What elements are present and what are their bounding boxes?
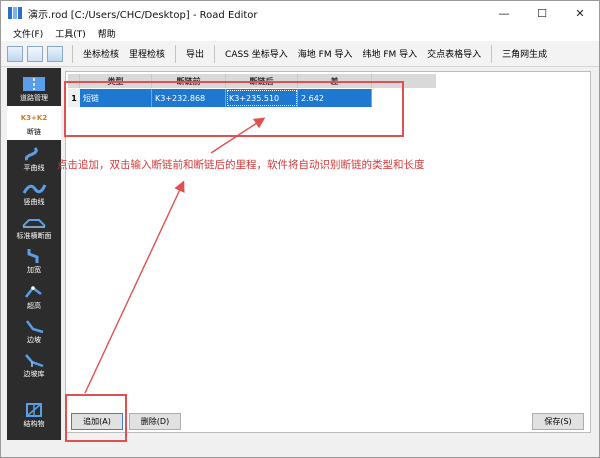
title-bar: 演示.rod [C:/Users/CHC/Desktop] - Road Edi…: [1, 1, 599, 25]
superelevation-icon: [19, 284, 49, 300]
open-folder-icon[interactable]: [27, 45, 43, 62]
sidebar-item-slope[interactable]: 边坡: [7, 314, 61, 348]
table-highlight-box: [64, 81, 404, 137]
intersection-table-import-button[interactable]: 交点表格导入: [422, 47, 486, 60]
sidebar-item-label: 断链: [27, 127, 41, 136]
sidebar: 道路管理 K3+K2 断链 平曲线 竖曲线 标准横断面 加宽 超高 边坡 边坡库…: [7, 68, 61, 440]
window-title: 演示.rod [C:/Users/CHC/Desktop] - Road Edi…: [28, 9, 258, 21]
weidi-import-button[interactable]: 纬地 FM 导入: [357, 47, 422, 60]
menu-file[interactable]: 文件(F): [7, 27, 49, 40]
sidebar-item-label: 边坡: [27, 335, 41, 344]
sidebar-item-structure[interactable]: 结构物: [7, 398, 61, 432]
delete-button[interactable]: 删除(D): [129, 413, 181, 430]
sidebar-item-label: 标准横断面: [16, 231, 52, 240]
save-file-icon[interactable]: [47, 45, 63, 62]
road-icon: [19, 76, 49, 92]
sidebar-item-label: 道路管理: [20, 93, 48, 102]
window-controls: — ☐ ✕: [485, 1, 599, 25]
sidebar-item-cross-section[interactable]: 标准横断面: [7, 210, 61, 244]
sidebar-item-road-management[interactable]: 道路管理: [7, 72, 61, 106]
slope-icon: [19, 318, 49, 334]
sidebar-item-chain-break[interactable]: K3+K2 断链: [7, 106, 61, 140]
menu-tools[interactable]: 工具(T): [49, 27, 92, 40]
mileage-check-button[interactable]: 里程检核: [124, 47, 170, 60]
close-button[interactable]: ✕: [561, 1, 599, 25]
sidebar-item-label: 加宽: [27, 265, 41, 274]
menu-help[interactable]: 帮助: [92, 27, 122, 40]
widening-icon: [19, 248, 49, 264]
annotation-text: 点击追加，双击输入断链前和断链后的里程，软件将自动识别断链的类型和长度: [57, 159, 425, 171]
add-button[interactable]: 追加(A): [71, 413, 123, 430]
sidebar-item-label: 边坡库: [23, 369, 45, 378]
toolbar: 坐标检核 里程检核 导出 CASS 坐标导入 海地 FM 导入 纬地 FM 导入…: [1, 41, 599, 67]
horizontal-curve-icon: [19, 146, 49, 162]
sidebar-item-superelevation[interactable]: 超高: [7, 280, 61, 314]
sidebar-item-label: 结构物: [23, 419, 45, 428]
cass-import-button[interactable]: CASS 坐标导入: [220, 47, 293, 60]
new-file-icon[interactable]: [7, 45, 23, 62]
cross-section-icon: [19, 214, 49, 230]
toolbar-separator: [214, 44, 216, 63]
toolbar-separator: [491, 44, 493, 63]
save-button[interactable]: 保存(S): [532, 413, 584, 430]
app-logo-icon: [8, 7, 22, 19]
coordinate-check-button[interactable]: 坐标检核: [78, 47, 124, 60]
app-window: 演示.rod [C:/Users/CHC/Desktop] - Road Edi…: [0, 0, 600, 458]
triangulation-button[interactable]: 三角网生成: [497, 47, 552, 60]
menu-bar: 文件(F) 工具(T) 帮助: [1, 25, 599, 41]
toolbar-separator: [175, 44, 177, 63]
chain-break-icon: K3+K2: [20, 113, 48, 122]
sidebar-item-label: 超高: [27, 301, 41, 310]
sidebar-item-slope-library[interactable]: 边坡库: [7, 348, 61, 382]
sidebar-item-vertical-curve[interactable]: 竖曲线: [7, 176, 61, 210]
sidebar-item-widening[interactable]: 加宽: [7, 244, 61, 278]
minimize-button[interactable]: —: [485, 1, 523, 25]
sidebar-item-label: 平曲线: [23, 163, 45, 172]
haidi-import-button[interactable]: 海地 FM 导入: [293, 47, 358, 60]
maximize-button[interactable]: ☐: [523, 1, 561, 25]
slope-library-icon: [19, 352, 49, 368]
export-button[interactable]: 导出: [181, 47, 209, 60]
sidebar-item-horizontal-curve[interactable]: 平曲线: [7, 142, 61, 176]
sidebar-item-label: 竖曲线: [23, 197, 45, 206]
toolbar-separator: [72, 44, 73, 63]
vertical-curve-icon: [19, 180, 49, 196]
structure-icon: [19, 402, 49, 418]
